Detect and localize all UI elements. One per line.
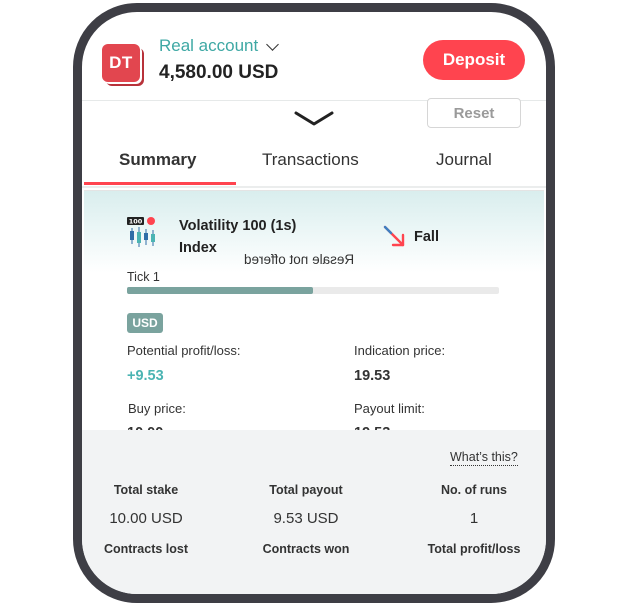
indication-price-label: Indication price: xyxy=(354,343,446,358)
whats-this-link[interactable]: What’s this? xyxy=(450,450,518,466)
tick-progress-bar xyxy=(127,287,499,294)
tab-transactions[interactable]: Transactions xyxy=(262,150,359,170)
volatility-candles-icon: 100 xyxy=(127,217,155,247)
symbol-badge: 100 xyxy=(129,218,143,226)
tick-label: Tick 1 xyxy=(127,270,160,284)
total-profit-label: Total profit/loss xyxy=(427,542,521,556)
account-header: DT Real account 4,580.00 USD Deposit xyxy=(82,12,546,101)
potential-profit-value: +9.53 xyxy=(127,368,164,384)
potential-profit-label: Potential profit/loss: xyxy=(127,343,241,358)
tab-summary[interactable]: Summary xyxy=(119,150,196,170)
indication-price-value: 19.53 xyxy=(354,368,391,384)
contracts-lost-label: Contracts lost xyxy=(103,542,189,556)
deposit-button[interactable]: Deposit xyxy=(423,40,525,80)
currency-badge: USD xyxy=(127,313,163,333)
active-tab-indicator xyxy=(84,182,236,185)
resale-status: Resale not offered xyxy=(244,252,355,267)
trade-direction: Fall xyxy=(414,229,439,245)
runs-value: 1 xyxy=(469,510,479,527)
collapse-chevron-icon[interactable] xyxy=(294,108,334,130)
buy-price-label: Buy price: xyxy=(128,401,186,416)
account-switcher[interactable]: Real account xyxy=(159,36,280,56)
contracts-won-label: Contracts won xyxy=(262,542,350,556)
account-type-label: Real account xyxy=(159,36,259,55)
total-stake-value: 10.00 USD xyxy=(109,510,183,527)
tick-progress-fill xyxy=(127,287,313,294)
app-screen: DT Real account 4,580.00 USD Deposit Res… xyxy=(82,12,546,594)
payout-limit-label: Payout limit: xyxy=(354,401,425,416)
total-stake-label: Total stake xyxy=(113,483,179,497)
account-avatar[interactable]: DT xyxy=(102,44,140,82)
chevron-down-icon xyxy=(266,37,280,51)
runs-label: No. of runs xyxy=(441,483,507,497)
tab-journal[interactable]: Journal xyxy=(436,150,492,170)
total-payout-label: Total payout xyxy=(269,483,343,497)
symbol-name-line1: Volatility 100 (1s) xyxy=(179,218,297,234)
phone-frame: DT Real account 4,580.00 USD Deposit Res… xyxy=(73,3,555,603)
fall-arrow-icon xyxy=(383,225,405,247)
account-balance: 4,580.00 USD xyxy=(159,62,279,83)
total-payout-value: 9.53 USD xyxy=(273,510,339,527)
reset-button[interactable]: Reset xyxy=(427,98,521,128)
